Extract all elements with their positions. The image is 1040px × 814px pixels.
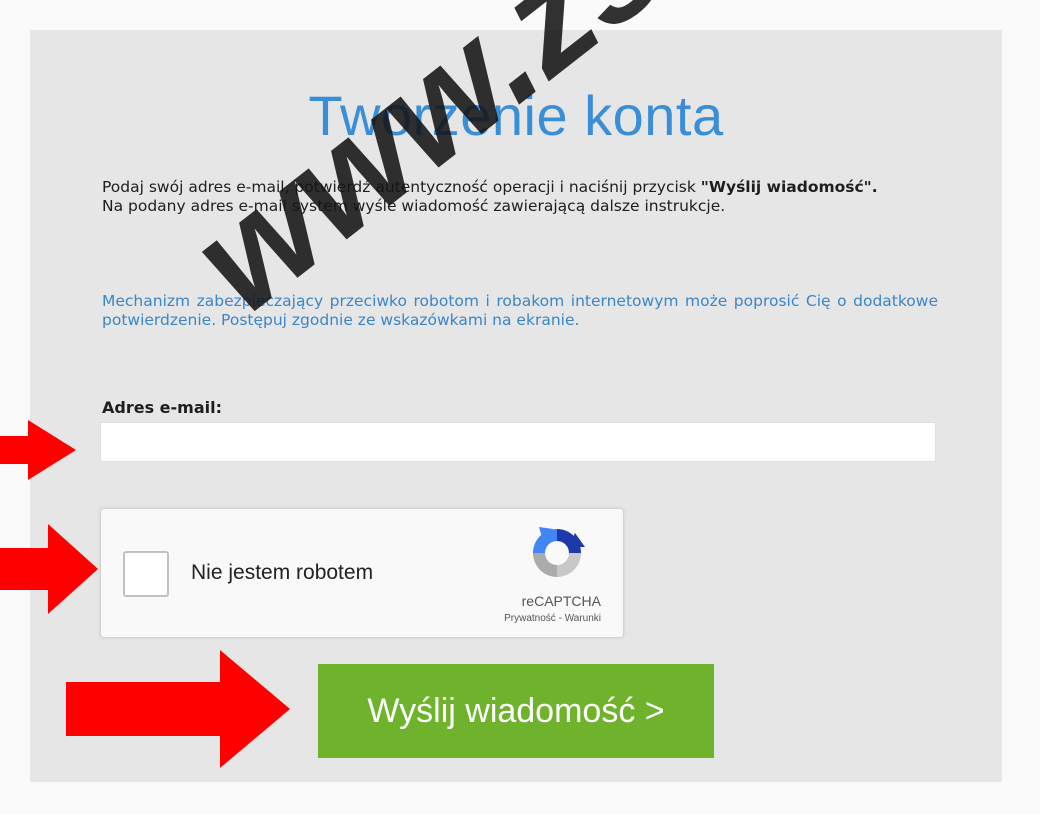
red-arrow-icon xyxy=(66,650,290,768)
email-input[interactable] xyxy=(100,422,936,462)
page-title: Tworzenie konta xyxy=(308,84,724,147)
red-arrow-icon xyxy=(0,524,98,614)
recaptcha-logo-icon xyxy=(533,527,585,577)
send-message-button[interactable]: Wyślij wiadomość > xyxy=(318,664,714,758)
terms-link[interactable]: Warunki xyxy=(565,613,601,624)
red-arrow-icon xyxy=(0,420,76,480)
privacy-link[interactable]: Prywatność xyxy=(504,613,556,624)
captcha-label: Nie jestem robotem xyxy=(191,561,374,584)
recaptcha-brand: reCAPTCHA xyxy=(521,593,601,609)
instructions-button-ref: "Wyślij wiadomość". xyxy=(700,178,878,196)
instructions-line1: Podaj swój adres e-mail, potwierdź auten… xyxy=(102,178,696,196)
recaptcha-widget: Nie jestem robotem reCAPTCHA Prywatność … xyxy=(100,508,624,638)
robot-protection-notice: Mechanizm zabezpieczający przeciwko robo… xyxy=(102,292,938,329)
captcha-checkbox[interactable] xyxy=(123,551,169,597)
instructions-text: Podaj swój adres e-mail, potwierdź auten… xyxy=(102,178,938,216)
email-label: Adres e-mail: xyxy=(102,398,222,417)
instructions-line2: Na podany adres e-mail system wyśle wiad… xyxy=(102,197,726,215)
captcha-links: Prywatność - Warunki xyxy=(504,613,601,624)
links-separator: - xyxy=(555,613,565,624)
